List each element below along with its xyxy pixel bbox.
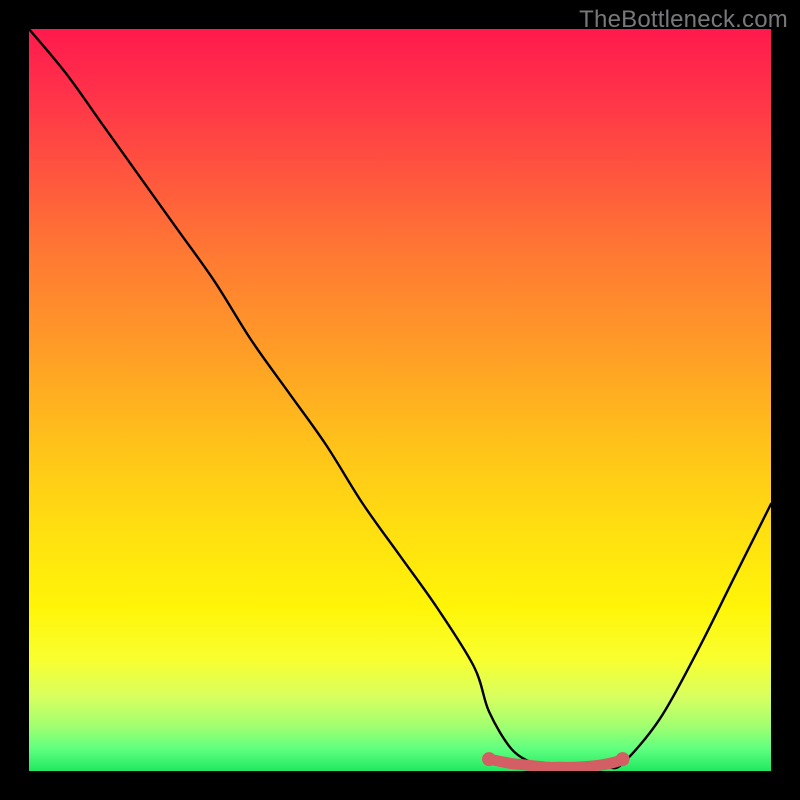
watermark-text: TheBottleneck.com [579, 6, 788, 34]
plot-gradient-area [29, 29, 771, 771]
bottleneck-chart: TheBottleneck.com [0, 0, 800, 800]
